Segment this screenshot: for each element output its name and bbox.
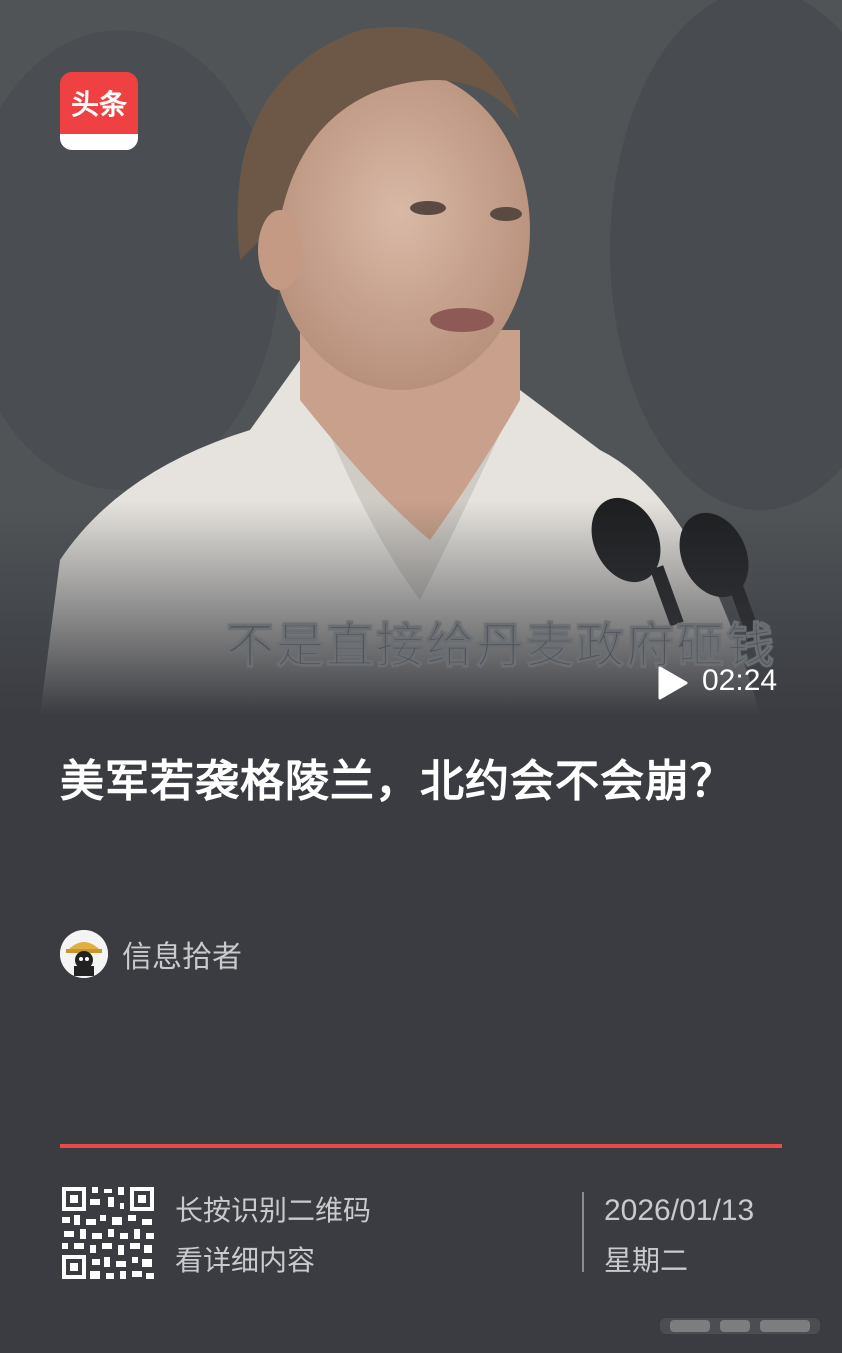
date-block: 2026/01/13 星期二 <box>604 1186 754 1286</box>
author-name: 信息拾者 <box>122 940 242 975</box>
play-icon[interactable] <box>658 666 688 700</box>
video-thumbnail[interactable]: 头条 不是直接给丹麦政府砸钱 02:24 <box>0 0 842 715</box>
author-info[interactable]: 信息拾者 <box>60 930 242 978</box>
qr-code[interactable] <box>60 1185 156 1281</box>
qr-instructions: 长按识别二维码 看详细内容 <box>175 1186 371 1286</box>
article-title[interactable]: 美军若袭格陵兰，北约会不会崩？ <box>60 748 780 816</box>
weekday: 星期二 <box>604 1244 689 1277</box>
qr-line-2: 看详细内容 <box>175 1244 316 1277</box>
toutiao-logo: 头条 <box>60 72 138 150</box>
watermark-image <box>660 1318 820 1334</box>
video-duration: 02:24 <box>702 664 778 697</box>
qr-line-1: 长按识别二维码 <box>175 1194 372 1227</box>
avatar-icon <box>60 930 108 978</box>
date: 2026/01/13 <box>604 1194 755 1227</box>
logo-text: 头条 <box>60 72 138 134</box>
accent-divider <box>60 1144 782 1148</box>
footer-separator <box>582 1192 584 1272</box>
